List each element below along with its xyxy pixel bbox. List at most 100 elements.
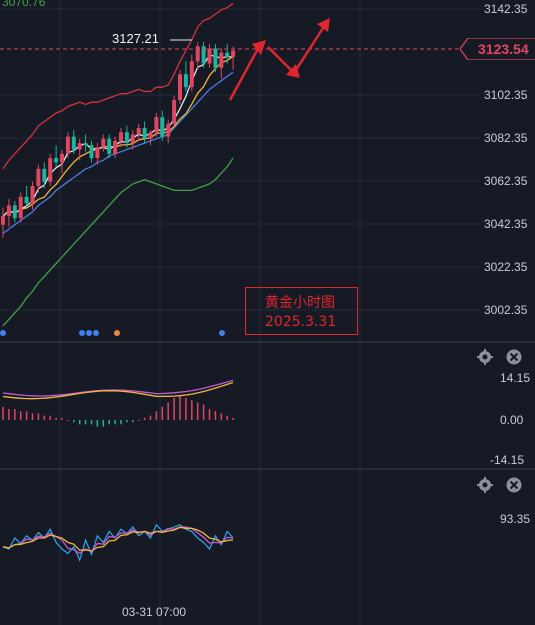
candle-body: [30, 186, 35, 204]
candle-body: [12, 205, 17, 219]
event-dot: [93, 330, 99, 336]
ma-blue: [2, 71, 234, 234]
annotation-line-2: 2025.3.31: [265, 314, 337, 330]
candle-body: [83, 143, 88, 146]
forecast-arrow-3: [292, 24, 327, 74]
candle: [201, 42, 206, 68]
price-tick-label: 3002.35: [484, 303, 528, 317]
candle: [142, 121, 147, 144]
current-price-badge: 3123.54: [460, 38, 535, 60]
candle: [48, 153, 53, 187]
candle-body: [130, 134, 135, 144]
candle-body: [119, 132, 123, 141]
candle-body: [101, 138, 106, 148]
candle: [148, 130, 153, 146]
price-tick-label: 3062.35: [484, 174, 528, 188]
candle-body: [24, 196, 29, 204]
candle-body: [213, 48, 218, 68]
macd-tick-label: 14.15: [500, 371, 530, 385]
macd-tick-label: 0.00: [500, 413, 524, 427]
candle-body: [65, 136, 70, 154]
ma-white: [2, 54, 234, 217]
header-top-value: 3070.76: [2, 0, 46, 9]
candle: [160, 110, 165, 141]
candle-body: [166, 123, 171, 137]
candle-body: [36, 168, 41, 187]
event-dot: [79, 330, 85, 336]
candle-body: [183, 74, 188, 88]
oscillator-pane: [2, 523, 234, 562]
candle-body: [148, 132, 153, 139]
price-tick-label: 3142.35: [484, 2, 528, 16]
candle-body: [89, 145, 94, 159]
macd-axis: 14.15 0.00 -14.15: [490, 371, 530, 467]
forecast-arrows: [228, 18, 330, 101]
candle-body: [6, 205, 11, 217]
candle-body: [219, 52, 224, 68]
candle-body: [189, 61, 194, 88]
event-dots[interactable]: [0, 330, 225, 336]
candle: [231, 46, 236, 70]
candle-body: [54, 158, 59, 163]
candle: [207, 44, 212, 68]
grid-lines: [0, 0, 480, 625]
candle: [6, 198, 11, 227]
pane-separators: [0, 341, 535, 470]
candle: [42, 162, 47, 189]
oscillator-axis: 93.35: [500, 512, 530, 526]
candle: [12, 201, 17, 223]
candle: [89, 140, 94, 163]
candle-body: [18, 196, 23, 219]
candle-body: [178, 74, 182, 101]
chart-stage[interactable]: 3127.21 3070.76 3142.35 3102.35 3082.35 306…: [0, 0, 535, 625]
candle: [60, 149, 64, 174]
candle-body: [42, 168, 47, 182]
annotation-box: 黄金小时图 2025.3.31: [245, 287, 358, 335]
high-marker: 3127.21: [112, 31, 192, 46]
candle-body: [107, 138, 112, 154]
candle-body: [160, 117, 165, 137]
candle-body: [124, 132, 129, 144]
event-dot: [114, 330, 120, 336]
candle-body: [71, 136, 76, 150]
macd-tick-label: -14.15: [490, 453, 524, 467]
event-dot: [0, 330, 6, 336]
candle: [178, 69, 182, 105]
gear-icon[interactable]: [476, 348, 494, 366]
time-axis-label: 03-31 07:00: [122, 605, 186, 619]
high-marker-label: 3127.21: [112, 31, 159, 46]
close-icon[interactable]: [505, 476, 523, 494]
price-tick-label: 3042.35: [484, 217, 528, 231]
candle: [172, 95, 177, 129]
candle: [166, 119, 171, 144]
ma-yellow-line: [2, 55, 234, 217]
ma-yellow: [2, 55, 234, 217]
ma-blue-line: [2, 71, 234, 234]
forecast-arrow-1-head: [252, 40, 266, 55]
ma-white-line: [2, 54, 234, 217]
forecast-arrow-3-head: [317, 18, 330, 32]
candle: [219, 48, 224, 79]
candle-body: [77, 143, 82, 150]
candle-body: [48, 158, 53, 182]
event-dot: [219, 330, 225, 336]
candle-body: [60, 153, 64, 163]
oscillator-tick-label: 93.35: [500, 512, 530, 526]
candle-body: [225, 52, 230, 58]
candle-body: [172, 100, 177, 124]
price-tick-label: 3082.35: [484, 131, 528, 145]
event-dot: [86, 330, 92, 336]
annotation-line-1: 黄金小时图: [265, 295, 335, 311]
gear-icon[interactable]: [476, 476, 494, 494]
candle: [195, 42, 200, 70]
current-price-value: 3123.54: [478, 41, 529, 57]
forecast-arrow-2: [267, 46, 295, 74]
candle-body: [1, 216, 5, 225]
macd-line: [2, 379, 234, 397]
candle: [183, 61, 188, 92]
candle-body: [95, 147, 100, 159]
close-icon[interactable]: [505, 348, 523, 366]
candle-body: [136, 128, 141, 135]
candle: [77, 138, 82, 161]
candle: [18, 192, 23, 223]
